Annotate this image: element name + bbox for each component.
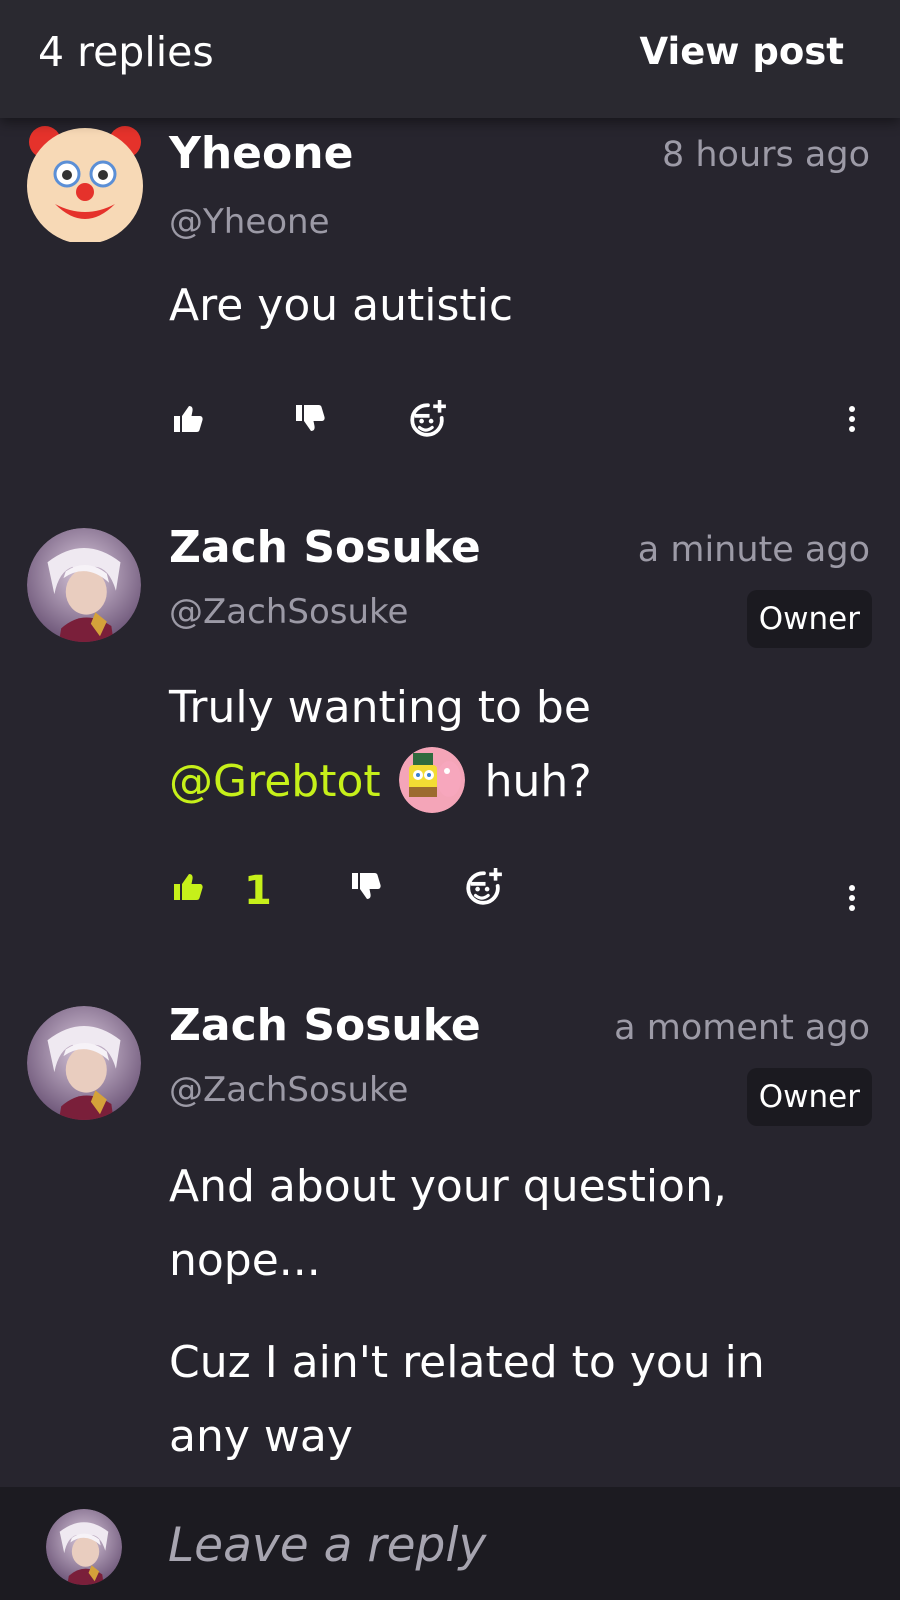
comment-author-name[interactable]: Zach Sosuke (169, 1000, 481, 1051)
comment-timestamp: a moment ago (614, 1008, 870, 1048)
comment-body-line: @Grebtot huh? (169, 745, 869, 821)
owner-badge: Owner (746, 1068, 872, 1126)
comment-paragraph: And about your question, nope... (169, 1161, 727, 1286)
replies-count: 4 replies (38, 28, 214, 76)
comment-author-handle[interactable]: @ZachSosuke (169, 1070, 408, 1110)
view-post-button[interactable]: View post (640, 30, 844, 73)
add-emoji-icon (466, 866, 504, 905)
user-avatar[interactable] (27, 1006, 141, 1120)
comment-author-name[interactable]: Zach Sosuke (169, 522, 481, 573)
user-mention-link[interactable]: @Grebtot (169, 756, 381, 807)
like-button-active[interactable] (172, 872, 204, 906)
current-user-avatar (46, 1509, 122, 1585)
more-vertical-icon (849, 885, 855, 911)
add-emoji-icon (410, 398, 448, 437)
thumbs-down-icon (352, 873, 381, 899)
more-options-button[interactable] (848, 405, 856, 437)
user-avatar[interactable] (27, 528, 141, 642)
clown-avatar-icon[interactable] (25, 122, 145, 244)
comment-paragraph: Cuz I ain't related to you in any way (169, 1337, 765, 1462)
owner-badge: Owner (746, 590, 872, 648)
comment-timestamp: a minute ago (637, 530, 870, 570)
dislike-button[interactable] (294, 405, 326, 439)
thumbs-up-icon (174, 406, 203, 432)
like-button[interactable] (172, 404, 204, 438)
reply-input[interactable] (168, 1505, 848, 1585)
comment-body-line: Truly wanting to be (169, 682, 591, 733)
comment-body: Truly wanting to be @Grebtot huh? (169, 671, 869, 821)
comment-body-text: huh? (484, 756, 592, 807)
like-count: 1 (244, 868, 272, 914)
add-reaction-button[interactable] (410, 398, 448, 442)
comment-author-handle[interactable]: @ZachSosuke (169, 592, 408, 632)
comment-author-name[interactable]: Yheone (169, 128, 353, 179)
more-options-button[interactable] (848, 884, 856, 916)
thumbs-up-icon (174, 874, 203, 900)
comment-body: Are you autistic (169, 280, 514, 331)
comment-body: And about your question, nope... Cuz I a… (169, 1150, 859, 1474)
more-vertical-icon (849, 406, 855, 432)
comment-author-handle[interactable]: @Yheone (169, 202, 330, 242)
mentioned-user-avatar (398, 747, 465, 813)
replies-header: 4 replies View post (0, 0, 900, 118)
reply-composer (0, 1487, 900, 1600)
thumbs-down-icon (296, 405, 325, 431)
dislike-button[interactable] (350, 873, 382, 907)
comment-timestamp: 8 hours ago (661, 135, 870, 175)
add-reaction-button[interactable] (466, 866, 504, 910)
